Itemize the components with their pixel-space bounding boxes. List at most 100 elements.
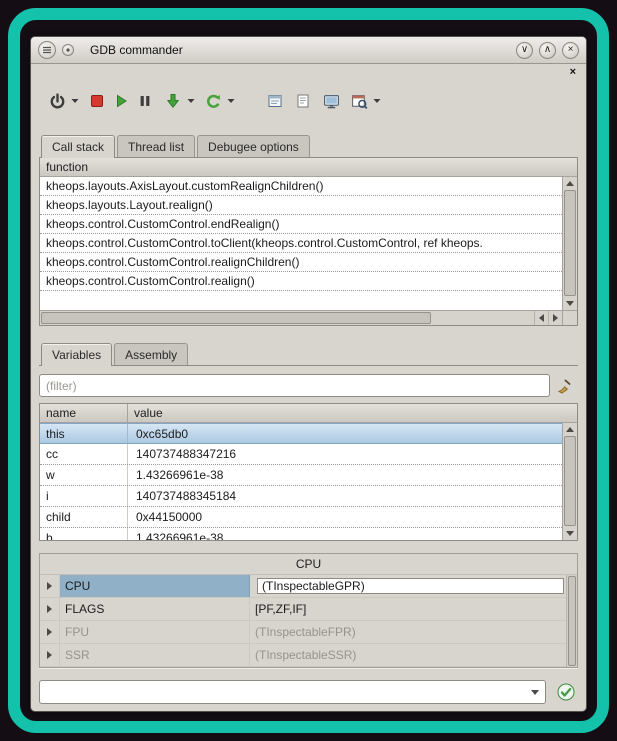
arrow-down-icon — [566, 301, 574, 306]
send-command-button[interactable] — [556, 682, 576, 702]
cpu-group-title: CPU — [40, 554, 577, 574]
variables-vertical-scrollbar[interactable] — [562, 423, 577, 540]
arrow-left-icon — [539, 314, 544, 322]
callstack-row[interactable]: kheops.control.CustomControl.realignChil… — [40, 253, 562, 272]
scrollbar-thumb[interactable] — [41, 312, 431, 324]
cpu-register-group[interactable]: SSR — [60, 644, 250, 666]
close-button[interactable]: × — [562, 42, 579, 59]
custom-eval-button[interactable] — [347, 89, 371, 113]
power-button[interactable] — [45, 89, 69, 113]
variables-rows: this 0xc65db0 cc 140737488347216 w 1.432… — [40, 423, 562, 540]
gdb-command-combobox[interactable] — [39, 680, 546, 704]
callstack-vertical-scrollbar[interactable] — [562, 177, 577, 310]
debugee-output-icon — [267, 93, 283, 109]
cpu-row[interactable]: FLAGS [PF,ZF,IF] — [40, 598, 566, 621]
chevron-down-icon — [71, 98, 79, 104]
variables-row[interactable]: child 0x44150000 — [40, 507, 562, 528]
expander-icon — [47, 582, 52, 590]
tab-debugee-options[interactable]: Debugee options — [197, 135, 310, 157]
cpu-value: (TInspectableSSR) — [250, 644, 566, 666]
variables-row[interactable]: i 140737488345184 — [40, 486, 562, 507]
variables-header-value[interactable]: value — [128, 404, 577, 423]
cpu-row[interactable]: SSR (TInspectableSSR) — [40, 644, 566, 667]
variables-row-selected[interactable]: this 0xc65db0 — [40, 423, 562, 444]
expander-button[interactable] — [40, 621, 60, 643]
tab-call-stack[interactable]: Call stack — [41, 135, 115, 158]
step-into-button[interactable] — [161, 89, 185, 113]
cpu-value-editor[interactable]: (TInspectableGPR) — [257, 578, 564, 594]
gdb-command-input[interactable] — [40, 681, 525, 703]
filter-input[interactable] — [39, 374, 550, 397]
scrollbar-thumb[interactable] — [564, 436, 576, 526]
cpu-view-button[interactable] — [319, 89, 343, 113]
callstack-row[interactable]: kheops.control.CustomControl.toClient(kh… — [40, 234, 562, 253]
scroll-right-button[interactable] — [548, 311, 562, 325]
scroll-down-button[interactable] — [563, 297, 577, 310]
tab-assembly[interactable]: Assembly — [114, 343, 188, 365]
cpu-value: (TInspectableFPR) — [250, 621, 566, 643]
pause-button[interactable] — [133, 89, 157, 113]
variables-row[interactable]: cc 140737488347216 — [40, 444, 562, 465]
callstack-row[interactable]: kheops.layouts.AxisLayout.customRealignC… — [40, 177, 562, 196]
broom-icon — [556, 378, 572, 394]
cpu-vertical-scrollbar[interactable] — [566, 575, 577, 667]
step-into-dropdown-button[interactable] — [185, 89, 197, 113]
cpu-row[interactable]: FPU (TInspectableFPR) — [40, 621, 566, 644]
scrollbar-thumb[interactable] — [564, 190, 576, 296]
combobox-dropdown-button[interactable] — [525, 681, 545, 703]
cpu-value: [PF,ZF,IF] — [250, 598, 566, 620]
cpu-register-group[interactable]: FPU — [60, 621, 250, 643]
expander-button[interactable] — [40, 598, 60, 620]
callstack-column-header[interactable]: function — [40, 158, 577, 177]
debugee-output-button[interactable] — [263, 89, 287, 113]
maximize-button[interactable]: ∧ — [539, 42, 556, 59]
tab-thread-list[interactable]: Thread list — [117, 135, 195, 157]
cpu-register-group[interactable]: CPU — [60, 575, 250, 597]
arrow-down-icon — [566, 531, 574, 536]
scroll-up-button[interactable] — [563, 423, 577, 436]
tab-variables[interactable]: Variables — [41, 343, 112, 366]
variables-row[interactable]: w 1.43266961e-38 — [40, 465, 562, 486]
expander-icon — [47, 651, 52, 659]
titlebar[interactable]: GDB commander ∨ ∧ × — [31, 37, 586, 64]
cpu-row[interactable]: CPU (TInspectableGPR) — [40, 575, 566, 598]
continue-button[interactable] — [109, 89, 133, 113]
scroll-down-button[interactable] — [563, 527, 577, 540]
variable-name: this — [40, 424, 128, 443]
chevron-down-icon — [373, 98, 381, 104]
power-dropdown-button[interactable] — [69, 89, 81, 113]
callstack-rows: kheops.layouts.AxisLayout.customRealignC… — [40, 177, 562, 310]
shade-button[interactable]: ∨ — [516, 42, 533, 59]
debug-toolbar — [39, 88, 578, 114]
gdb-output-button[interactable] — [291, 89, 315, 113]
scroll-up-button[interactable] — [563, 177, 577, 190]
custom-eval-dropdown-button[interactable] — [371, 89, 383, 113]
variable-value: 1.43266961e-38 — [128, 465, 562, 485]
clear-filter-button[interactable] — [550, 378, 578, 394]
callstack-row[interactable]: kheops.control.CustomControl.realign() — [40, 272, 562, 291]
expander-button[interactable] — [40, 575, 60, 597]
stop-icon — [89, 93, 105, 109]
stop-button[interactable] — [85, 89, 109, 113]
pause-icon — [137, 93, 153, 109]
scrollbar-thumb[interactable] — [568, 576, 576, 666]
dock-close-button[interactable]: × — [568, 67, 578, 78]
power-icon — [49, 93, 66, 110]
variables-header-name[interactable]: name — [40, 404, 128, 423]
step-into-icon — [165, 93, 181, 109]
variables-table: name value this 0xc65db0 cc 140737488347… — [39, 403, 578, 541]
step-over-button[interactable] — [201, 89, 225, 113]
callstack-row[interactable]: kheops.layouts.Layout.realign() — [40, 196, 562, 215]
cpu-view-icon — [323, 93, 340, 110]
callstack-table: function kheops.layouts.AxisLayout.custo… — [39, 158, 578, 326]
callstack-horizontal-scrollbar[interactable] — [40, 310, 562, 325]
window-menu-icon[interactable] — [38, 41, 56, 59]
expander-button[interactable] — [40, 644, 60, 666]
cpu-register-group[interactable]: FLAGS — [60, 598, 250, 620]
step-over-dropdown-button[interactable] — [225, 89, 237, 113]
desktop: { "window": { "title": "GDB commander", … — [0, 0, 617, 741]
scroll-left-button[interactable] — [534, 311, 548, 325]
variable-value: 140737488347216 — [128, 444, 562, 464]
variables-row[interactable]: b 1.43266961e-38 — [40, 528, 562, 540]
callstack-row[interactable]: kheops.control.CustomControl.endRealign(… — [40, 215, 562, 234]
